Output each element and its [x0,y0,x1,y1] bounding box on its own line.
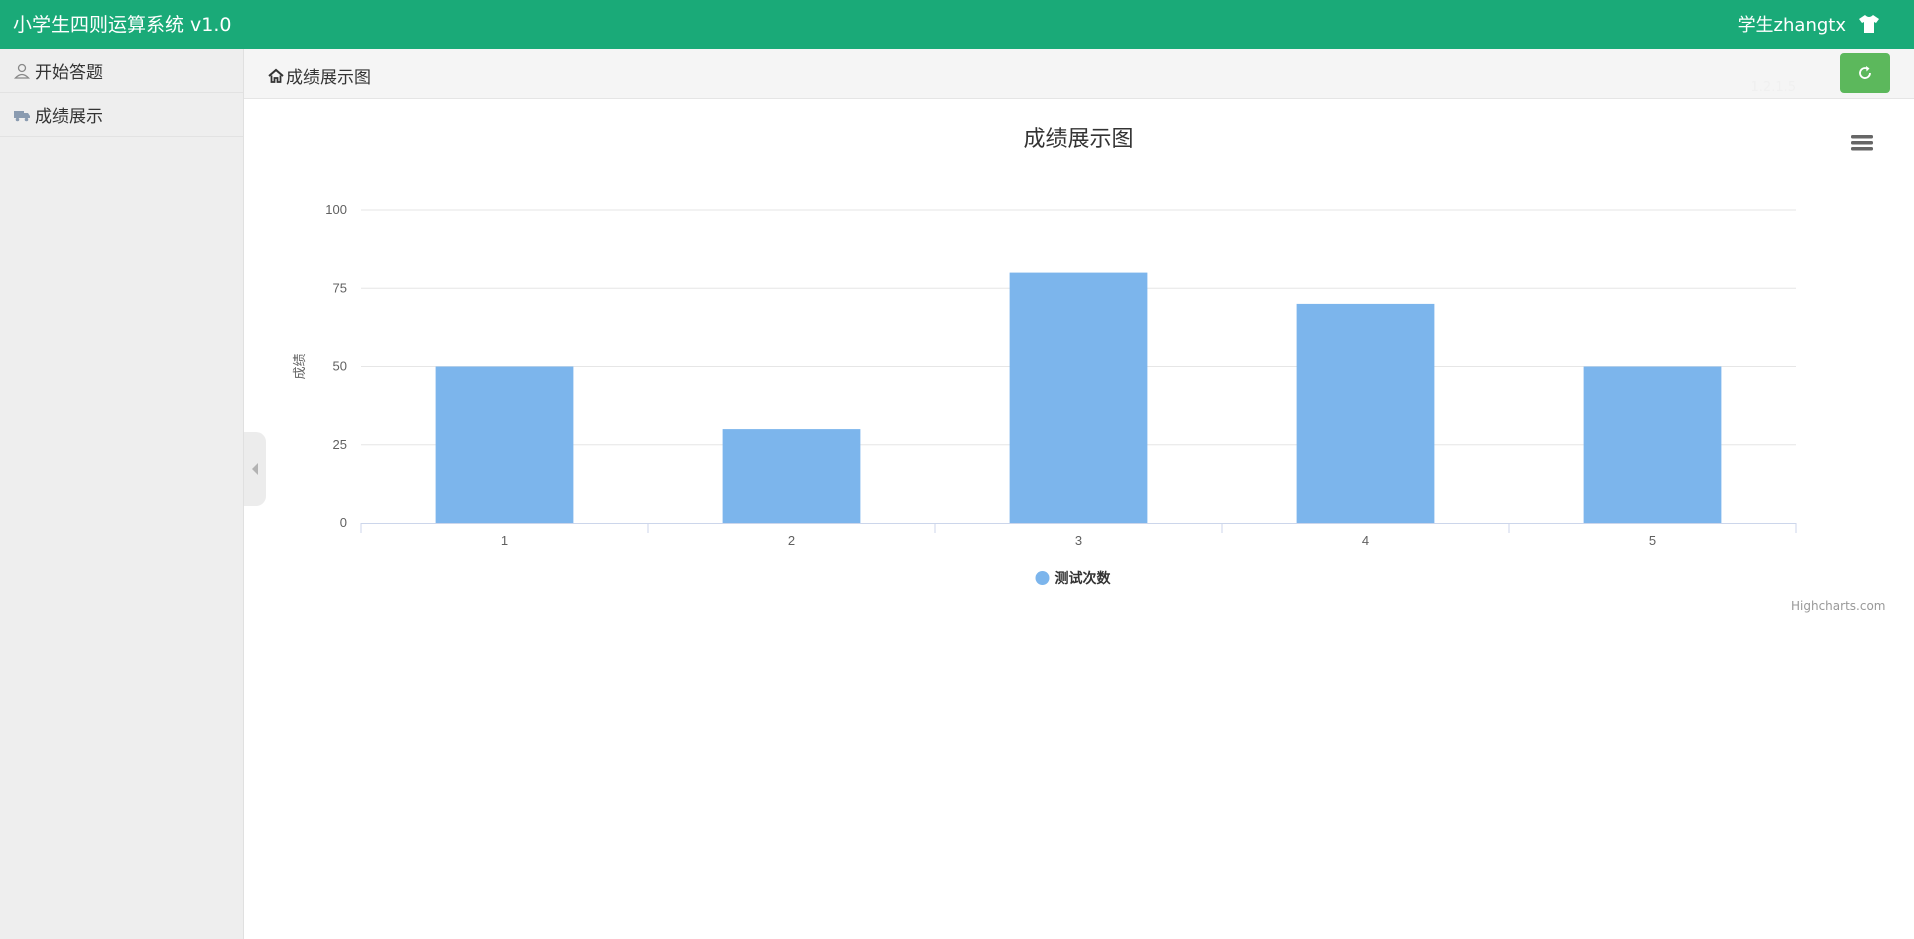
y-tick-label: 25 [333,437,347,452]
x-tick-label: 3 [1075,533,1082,548]
breadcrumb-bar: 成绩展示图 1.2.1.5 [244,49,1914,99]
sidebar-item-start-quiz[interactable]: 开始答题 [0,49,243,93]
chart-container: 成绩展示图 0 25 50 75 100 成绩 1 2 3 4 5 测试次数 [244,99,1914,939]
y-tick-label: 0 [340,515,347,530]
hamburger-icon [1851,135,1873,151]
x-tick-label: 2 [788,533,795,548]
sidebar-item-score-display[interactable]: 成绩展示 [0,93,243,137]
chart-menu-button[interactable] [1848,131,1876,155]
y-tick-label: 75 [333,280,347,295]
x-tick-label: 1 [501,533,508,548]
bar [722,429,861,523]
y-tick-label: 50 [333,359,347,374]
truck-icon [13,106,31,124]
faint-text: 1.2.1.5 [1750,80,1796,95]
refresh-button[interactable] [1840,53,1890,93]
user-area[interactable]: 学生zhangtx [1738,11,1880,37]
bar [1583,366,1722,523]
shirt-icon[interactable] [1858,14,1880,34]
x-tick-label: 5 [1649,533,1656,548]
y-tick-label: 100 [325,202,347,217]
user-icon [13,62,31,80]
breadcrumb-label: 成绩展示图 [286,68,371,88]
sidebar-item-label: 开始答题 [35,63,103,83]
user-name[interactable]: 学生zhangtx [1738,11,1846,37]
bar [1009,272,1148,523]
chart-credits[interactable]: Highcharts.com [1791,599,1885,613]
bar [435,366,574,523]
legend-marker [1035,571,1050,585]
y-axis-label: 成绩 [292,353,307,379]
breadcrumb[interactable]: 成绩展示图 [268,63,371,88]
chart-title: 成绩展示图 [1023,126,1133,151]
x-tick-label: 4 [1362,533,1369,548]
bar-chart: 成绩展示图 0 25 50 75 100 成绩 1 2 3 4 5 测试次数 [292,126,1797,586]
app-title: 小学生四则运算系统 v1.0 [13,14,232,36]
legend-label: 测试次数 [1055,570,1112,586]
sidebar-item-label: 成绩展示 [35,107,103,127]
bar [1296,303,1435,523]
sidebar: 开始答题 成绩展示 [0,49,244,939]
refresh-icon [1859,66,1871,79]
top-bar: 小学生四则运算系统 v1.0 学生zhangtx [0,0,1914,49]
home-icon [268,68,284,84]
